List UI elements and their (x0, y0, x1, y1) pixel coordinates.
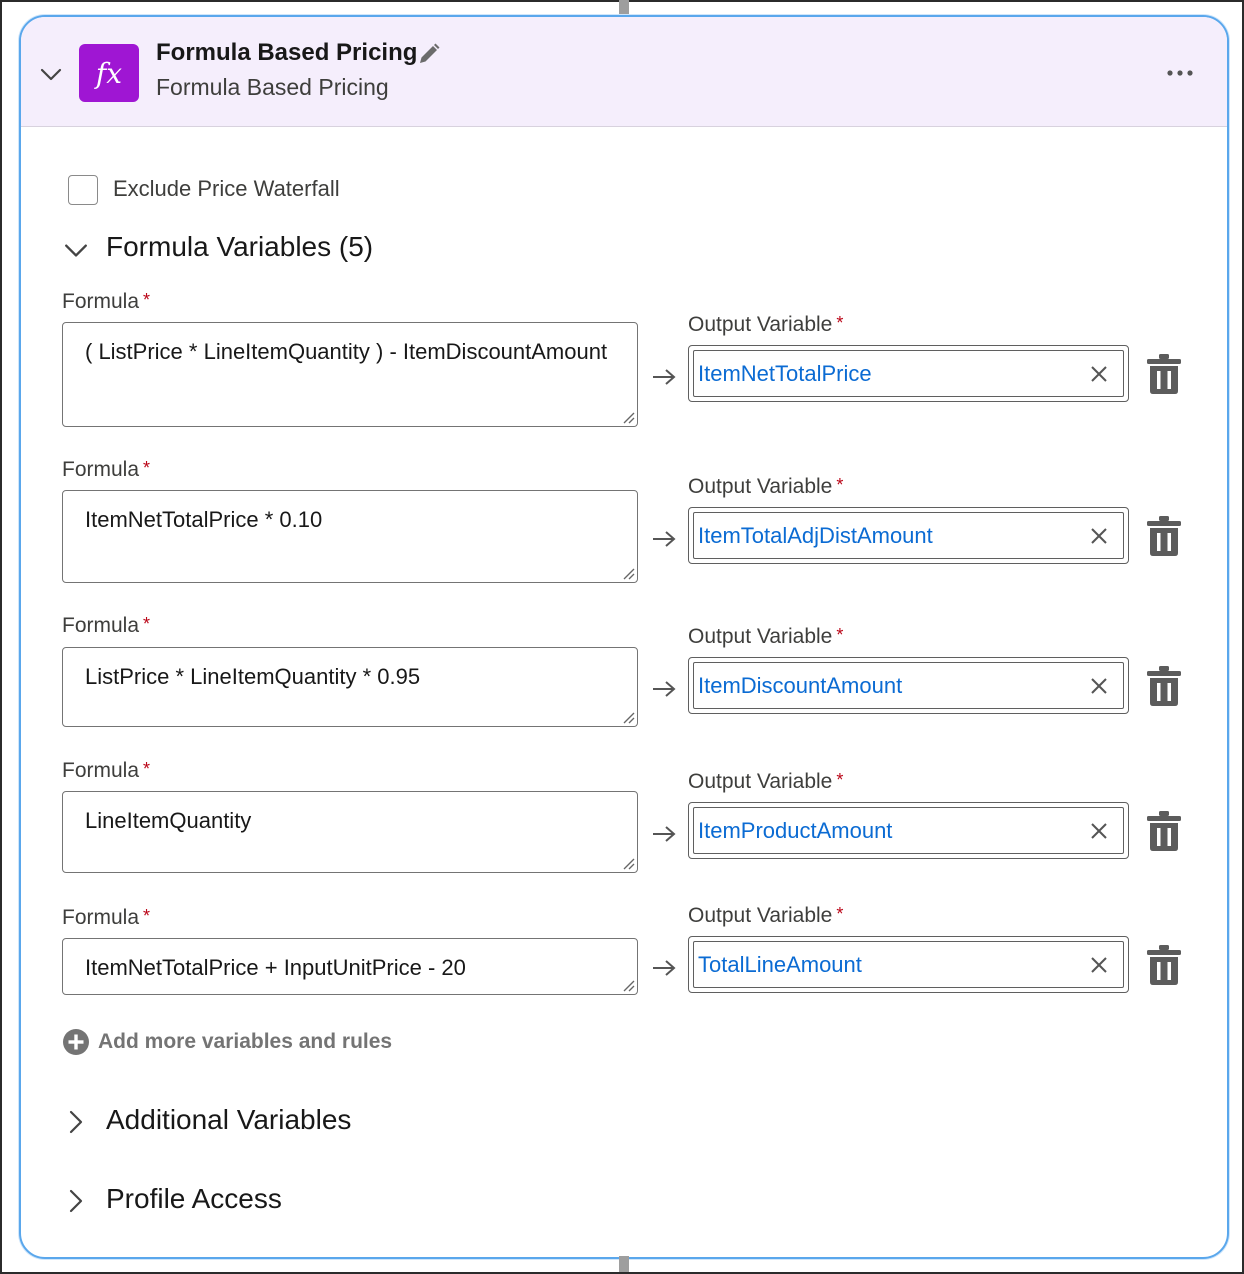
formula-label: Formula * (62, 290, 151, 313)
additional-variables-title[interactable]: Additional Variables (106, 1104, 351, 1136)
profile-access-chevron-icon[interactable] (65, 1188, 87, 1214)
edit-pencil-icon[interactable] (417, 42, 441, 66)
delete-trash-icon[interactable] (1146, 515, 1182, 557)
formula-text: ItemNetTotalPrice * 0.10 (85, 507, 323, 532)
output-variable-label: Output Variable * (688, 475, 844, 498)
formula-input[interactable]: ( ListPrice * LineItemQuantity ) - ItemD… (62, 322, 638, 427)
resize-grip-icon[interactable] (621, 856, 635, 870)
flow-connector-bottom (619, 1256, 629, 1272)
output-variable-value: ItemTotalAdjDistAmount (698, 522, 933, 548)
formula-fx-icon: fx (79, 44, 139, 102)
formula-input[interactable]: LineItemQuantity (62, 791, 638, 873)
resize-grip-icon[interactable] (621, 978, 635, 992)
formula-input[interactable]: ItemNetTotalPrice * 0.10 (62, 490, 638, 583)
output-variable-value: TotalLineAmount (698, 951, 862, 977)
add-circle-icon (63, 1029, 89, 1055)
output-variable-value: ItemNetTotalPrice (698, 360, 872, 386)
output-variable-value: ItemDiscountAmount (698, 672, 903, 698)
delete-trash-icon[interactable] (1146, 810, 1182, 852)
output-variable-value: ItemProductAmount (698, 817, 893, 843)
resize-grip-icon[interactable] (621, 710, 635, 724)
formula-label: Formula * (62, 906, 151, 929)
formula-text: ItemNetTotalPrice + InputUnitPrice - 20 (85, 955, 466, 980)
clear-icon[interactable] (1089, 526, 1109, 546)
output-variable-label: Output Variable * (688, 770, 844, 793)
formula-text: ListPrice * LineItemQuantity * 0.95 (85, 664, 421, 689)
formula-label: Formula * (62, 759, 151, 782)
formula-input[interactable]: ListPrice * LineItemQuantity * 0.95 (62, 647, 638, 727)
output-variable-label: Output Variable * (688, 313, 844, 336)
add-more-variables-label: Add more variables and rules (98, 1030, 393, 1053)
resize-grip-icon[interactable] (621, 410, 635, 424)
output-variable-label: Output Variable * (688, 625, 844, 648)
clear-icon[interactable] (1089, 676, 1109, 696)
add-more-variables-button[interactable]: Add more variables and rules (62, 1027, 392, 1057)
delete-trash-icon[interactable] (1146, 665, 1182, 707)
formula-label: Formula * (62, 614, 151, 637)
output-variable-field[interactable]: ItemNetTotalPrice (688, 345, 1129, 402)
clear-icon[interactable] (1089, 364, 1109, 384)
delete-trash-icon[interactable] (1146, 944, 1182, 986)
exclude-price-waterfall-label: Exclude Price Waterfall (113, 176, 340, 201)
arrow-right-icon (653, 960, 676, 976)
delete-trash-icon[interactable] (1146, 353, 1182, 395)
arrow-right-icon (653, 369, 676, 385)
formula-input[interactable]: ItemNetTotalPrice + InputUnitPrice - 20 (62, 938, 638, 995)
resize-grip-icon[interactable] (621, 566, 635, 580)
card-subtitle: Formula Based Pricing (156, 74, 389, 100)
clear-icon[interactable] (1089, 955, 1109, 975)
output-variable-label: Output Variable * (688, 904, 844, 927)
output-variable-field[interactable]: ItemProductAmount (688, 802, 1129, 859)
arrow-right-icon (653, 681, 676, 697)
formula-text: LineItemQuantity (85, 808, 252, 833)
arrow-right-icon (653, 826, 676, 842)
formula-text: ( ListPrice * LineItemQuantity ) - ItemD… (85, 339, 608, 364)
card-title: Formula Based Pricing (156, 39, 418, 66)
collapse-chevron-icon[interactable] (39, 62, 63, 86)
pricing-element-card: fx Formula Based Pricing Formula Based P… (19, 15, 1229, 1259)
arrow-right-icon (653, 531, 676, 547)
card-header: fx Formula Based Pricing Formula Based P… (21, 17, 1227, 127)
profile-access-title[interactable]: Profile Access (106, 1183, 282, 1215)
output-variable-field[interactable]: ItemTotalAdjDistAmount (688, 507, 1129, 564)
formula-variables-chevron-icon[interactable] (63, 237, 89, 263)
formula-label: Formula * (62, 458, 151, 481)
output-variable-field[interactable]: ItemDiscountAmount (688, 657, 1129, 714)
formula-variables-title[interactable]: Formula Variables (5) (106, 231, 373, 263)
more-options-icon[interactable] (1165, 67, 1195, 79)
clear-icon[interactable] (1089, 821, 1109, 841)
exclude-price-waterfall-checkbox[interactable] (68, 175, 98, 205)
additional-variables-chevron-icon[interactable] (65, 1109, 87, 1135)
output-variable-field[interactable]: TotalLineAmount (688, 936, 1129, 993)
